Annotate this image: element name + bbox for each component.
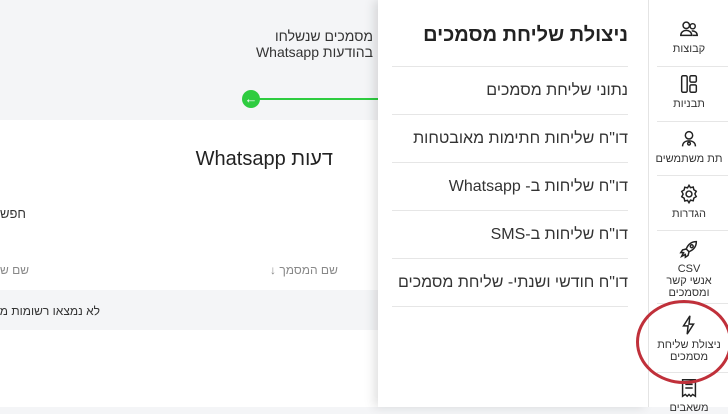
back-arrow-icon[interactable]: ← xyxy=(242,90,260,108)
label-line: ומסמכים xyxy=(668,287,710,299)
sidebar-item-settings[interactable]: הגדרות xyxy=(649,183,728,220)
label-line: מסמכים xyxy=(669,351,709,363)
section-title: דעות Whatsapp xyxy=(195,148,333,170)
sidebar-nav: קבוצות תבניות תת משתמשים הגדרות CSV אנשי… xyxy=(648,0,728,414)
divider xyxy=(657,121,728,122)
column-header-label: שם המסמך xyxy=(279,263,338,277)
progress-line xyxy=(256,98,381,100)
users-icon xyxy=(680,21,698,37)
menu-item-sending-data[interactable]: נתוני שליחת מסמכים xyxy=(392,66,628,114)
sidebar-item-label: משאבים xyxy=(669,402,709,414)
divider xyxy=(657,175,728,176)
sidebar-item-resources[interactable]: משאבים xyxy=(649,377,728,414)
panel-title: ניצולת שליחת מסמכים xyxy=(423,24,628,46)
reports-dropdown-panel: ניצולת שליחת מסמכים נתוני שליחת מסמכים ד… xyxy=(378,0,648,407)
rocket-icon xyxy=(679,240,698,259)
sidebar-item-templates[interactable]: תבניות xyxy=(649,73,728,110)
divider xyxy=(657,372,728,373)
sidebar-item-groups[interactable]: קבוצות xyxy=(649,18,728,55)
sidebar-item-label: תת משתמשים xyxy=(655,153,723,165)
layout-icon xyxy=(680,75,698,93)
sub-users-icon xyxy=(681,130,697,147)
sidebar-item-label: קבוצות xyxy=(672,43,706,55)
menu-item-secure-signatures-report[interactable]: דו"ח שליחות חתימות מאובטחות xyxy=(392,114,628,162)
sidebar-item-label: CSV אנשי קשר ומסמכים xyxy=(649,263,728,299)
label-line: אנשי קשר xyxy=(666,275,712,287)
sidebar-item-document-usage[interactable]: ניצולת שליחת מסמכים xyxy=(649,314,728,363)
sidebar-item-label: ניצולת שליחת מסמכים xyxy=(649,339,728,363)
sidebar-item-csv-import[interactable]: CSV אנשי קשר ומסמכים xyxy=(649,238,728,299)
sort-arrow-icon[interactable]: ↓ xyxy=(270,263,276,277)
divider xyxy=(657,303,728,304)
menu-item-whatsapp-report[interactable]: דו"ח שליחות ב- Whatsapp xyxy=(392,162,628,210)
gear-icon xyxy=(680,183,698,205)
header-line-1: מסמכים שנשלחו xyxy=(275,28,373,44)
menu-item-sms-report[interactable]: דו"ח שליחות ב-SMS xyxy=(392,210,628,258)
receipt-icon xyxy=(681,379,697,398)
sidebar-item-sub-users[interactable]: תת משתמשים xyxy=(649,128,728,165)
divider xyxy=(657,66,728,67)
label-line: CSV xyxy=(677,263,701,275)
divider xyxy=(657,230,728,231)
menu-item-monthly-yearly-report[interactable]: דו"ח חודשי ושנתי- שליחת מסמכים xyxy=(392,258,628,307)
column-header-document-name[interactable]: שם המסמך ↓ xyxy=(270,263,338,277)
empty-state-text: לא נמצאו רשומות מה xyxy=(0,304,100,318)
label-line: ניצולת שליחת xyxy=(657,339,721,351)
column-header-name[interactable]: שם ש xyxy=(0,263,29,277)
sidebar-item-label: הגדרות xyxy=(671,208,707,220)
search-label: חפש xyxy=(0,206,26,221)
lightning-icon xyxy=(682,315,695,335)
header-line-2: בהודעות Whatsapp xyxy=(255,44,373,60)
sidebar-item-label: תבניות xyxy=(673,98,705,110)
